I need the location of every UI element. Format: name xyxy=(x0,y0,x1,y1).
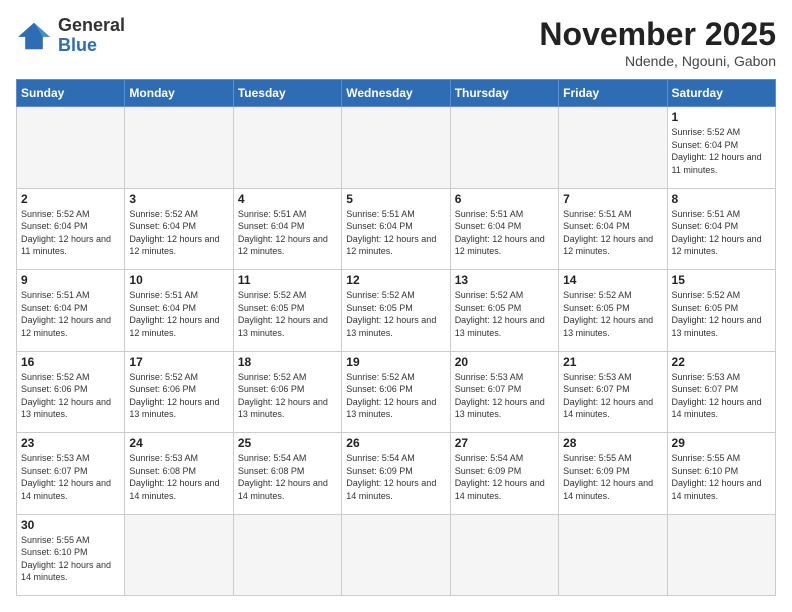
cell-day-15: 15 Sunrise: 5:52 AMSunset: 6:05 PMDaylig… xyxy=(667,270,775,352)
cell-day-1: 1 Sunrise: 5:52 AMSunset: 6:04 PMDayligh… xyxy=(667,107,775,189)
header-thursday: Thursday xyxy=(450,80,558,107)
weekday-header-row: Sunday Monday Tuesday Wednesday Thursday… xyxy=(17,80,776,107)
cell-day-14: 14 Sunrise: 5:52 AMSunset: 6:05 PMDaylig… xyxy=(559,270,667,352)
cell-empty xyxy=(450,107,558,189)
cell-day-22: 22 Sunrise: 5:53 AMSunset: 6:07 PMDaylig… xyxy=(667,351,775,433)
cell-empty xyxy=(342,514,450,596)
cell-day-13: 13 Sunrise: 5:52 AMSunset: 6:05 PMDaylig… xyxy=(450,270,558,352)
cell-day-3: 3 Sunrise: 5:52 AMSunset: 6:04 PMDayligh… xyxy=(125,188,233,270)
cell-day-25: 25 Sunrise: 5:54 AMSunset: 6:08 PMDaylig… xyxy=(233,433,341,515)
cell-empty xyxy=(342,107,450,189)
logo-text: General Blue xyxy=(58,16,125,56)
cell-empty xyxy=(667,514,775,596)
calendar-row-2: 2 Sunrise: 5:52 AMSunset: 6:04 PMDayligh… xyxy=(17,188,776,270)
header-monday: Monday xyxy=(125,80,233,107)
cell-day-23: 23 Sunrise: 5:53 AMSunset: 6:07 PMDaylig… xyxy=(17,433,125,515)
cell-day-24: 24 Sunrise: 5:53 AMSunset: 6:08 PMDaylig… xyxy=(125,433,233,515)
cell-day-30: 30 Sunrise: 5:55 AMSunset: 6:10 PMDaylig… xyxy=(17,514,125,596)
cell-day-19: 19 Sunrise: 5:52 AMSunset: 6:06 PMDaylig… xyxy=(342,351,450,433)
cell-day-8: 8 Sunrise: 5:51 AMSunset: 6:04 PMDayligh… xyxy=(667,188,775,270)
cell-day-6: 6 Sunrise: 5:51 AMSunset: 6:04 PMDayligh… xyxy=(450,188,558,270)
cell-day-28: 28 Sunrise: 5:55 AMSunset: 6:09 PMDaylig… xyxy=(559,433,667,515)
cell-empty xyxy=(233,107,341,189)
cell-empty xyxy=(17,107,125,189)
header-tuesday: Tuesday xyxy=(233,80,341,107)
calendar-row-1: 1 Sunrise: 5:52 AMSunset: 6:04 PMDayligh… xyxy=(17,107,776,189)
calendar: Sunday Monday Tuesday Wednesday Thursday… xyxy=(16,79,776,596)
cell-day-29: 29 Sunrise: 5:55 AMSunset: 6:10 PMDaylig… xyxy=(667,433,775,515)
cell-empty xyxy=(125,514,233,596)
cell-day-12: 12 Sunrise: 5:52 AMSunset: 6:05 PMDaylig… xyxy=(342,270,450,352)
logo-icon xyxy=(16,21,52,51)
cell-day-5: 5 Sunrise: 5:51 AMSunset: 6:04 PMDayligh… xyxy=(342,188,450,270)
title-area: November 2025 Ndende, Ngouni, Gabon xyxy=(539,16,776,69)
cell-day-7: 7 Sunrise: 5:51 AMSunset: 6:04 PMDayligh… xyxy=(559,188,667,270)
calendar-row-5: 23 Sunrise: 5:53 AMSunset: 6:07 PMDaylig… xyxy=(17,433,776,515)
calendar-row-4: 16 Sunrise: 5:52 AMSunset: 6:06 PMDaylig… xyxy=(17,351,776,433)
cell-day-4: 4 Sunrise: 5:51 AMSunset: 6:04 PMDayligh… xyxy=(233,188,341,270)
cell-day-11: 11 Sunrise: 5:52 AMSunset: 6:05 PMDaylig… xyxy=(233,270,341,352)
cell-empty xyxy=(559,107,667,189)
logo: General Blue xyxy=(16,16,125,56)
cell-day-17: 17 Sunrise: 5:52 AMSunset: 6:06 PMDaylig… xyxy=(125,351,233,433)
cell-day-16: 16 Sunrise: 5:52 AMSunset: 6:06 PMDaylig… xyxy=(17,351,125,433)
cell-day-2: 2 Sunrise: 5:52 AMSunset: 6:04 PMDayligh… xyxy=(17,188,125,270)
header-sunday: Sunday xyxy=(17,80,125,107)
month-title: November 2025 xyxy=(539,16,776,53)
cell-day-26: 26 Sunrise: 5:54 AMSunset: 6:09 PMDaylig… xyxy=(342,433,450,515)
header-wednesday: Wednesday xyxy=(342,80,450,107)
cell-empty xyxy=(450,514,558,596)
header-saturday: Saturday xyxy=(667,80,775,107)
cell-day-27: 27 Sunrise: 5:54 AMSunset: 6:09 PMDaylig… xyxy=(450,433,558,515)
calendar-row-3: 9 Sunrise: 5:51 AMSunset: 6:04 PMDayligh… xyxy=(17,270,776,352)
cell-day-10: 10 Sunrise: 5:51 AMSunset: 6:04 PMDaylig… xyxy=(125,270,233,352)
location: Ndende, Ngouni, Gabon xyxy=(539,53,776,69)
cell-day-20: 20 Sunrise: 5:53 AMSunset: 6:07 PMDaylig… xyxy=(450,351,558,433)
header: General Blue November 2025 Ndende, Ngoun… xyxy=(16,16,776,69)
cell-empty xyxy=(233,514,341,596)
header-friday: Friday xyxy=(559,80,667,107)
page: General Blue November 2025 Ndende, Ngoun… xyxy=(0,0,792,612)
cell-day-18: 18 Sunrise: 5:52 AMSunset: 6:06 PMDaylig… xyxy=(233,351,341,433)
cell-day-21: 21 Sunrise: 5:53 AMSunset: 6:07 PMDaylig… xyxy=(559,351,667,433)
cell-empty xyxy=(559,514,667,596)
cell-day-9: 9 Sunrise: 5:51 AMSunset: 6:04 PMDayligh… xyxy=(17,270,125,352)
calendar-row-6: 30 Sunrise: 5:55 AMSunset: 6:10 PMDaylig… xyxy=(17,514,776,596)
cell-empty xyxy=(125,107,233,189)
